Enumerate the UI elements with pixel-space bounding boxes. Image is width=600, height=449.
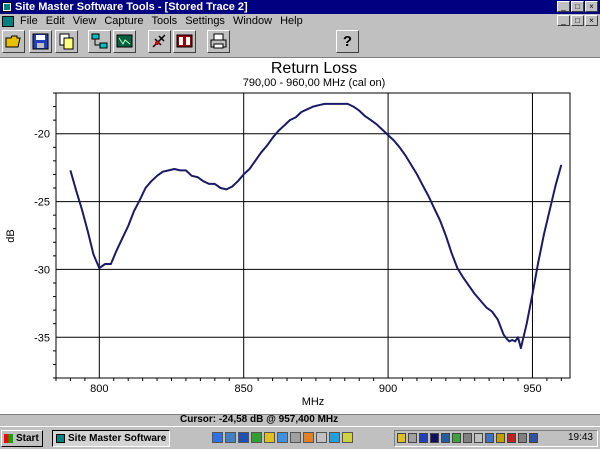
close-button[interactable]: × xyxy=(585,1,598,12)
help-button[interactable]: ? xyxy=(336,30,359,53)
clock: 19:43 xyxy=(567,432,593,443)
word-icon[interactable] xyxy=(238,432,249,443)
y-tick-label: -25 xyxy=(34,197,50,209)
x-tick-label: 950 xyxy=(523,383,541,395)
toolbar: ? xyxy=(0,28,600,58)
excel-icon[interactable] xyxy=(251,432,262,443)
start-label: Start xyxy=(16,433,39,444)
internet-explorer-icon[interactable] xyxy=(212,432,223,443)
x-tick-label: 900 xyxy=(379,383,397,395)
tray-network-icon[interactable] xyxy=(452,433,461,443)
tray-shield-icon[interactable] xyxy=(529,433,538,443)
app-task-icon xyxy=(56,434,65,443)
folder-icon[interactable] xyxy=(264,432,275,443)
chart-subtitle: 790,00 - 960,00 MHz (cal on) xyxy=(243,77,385,89)
title-bar: Site Master Software Tools - [Stored Tra… xyxy=(0,0,600,14)
print-button[interactable] xyxy=(207,30,230,53)
y-tick-label: -20 xyxy=(34,129,50,141)
y-tick-label: -30 xyxy=(34,264,50,276)
taskbar-app-button[interactable]: Site Master Software ... xyxy=(52,430,170,447)
menu-capture[interactable]: Capture xyxy=(100,14,147,28)
doc-restore-button[interactable]: □ xyxy=(571,15,584,26)
tray-play-icon[interactable] xyxy=(419,433,428,443)
window-title: Site Master Software Tools - [Stored Tra… xyxy=(15,1,248,13)
media-player-icon[interactable] xyxy=(342,432,353,443)
settings-icon[interactable] xyxy=(316,432,327,443)
menu-view[interactable]: View xyxy=(69,14,101,28)
y-tick-label: -35 xyxy=(34,332,50,344)
cursor-readout: Cursor: -24,58 dB @ 957,400 MHz xyxy=(180,414,339,425)
tray-no-icon[interactable] xyxy=(441,433,450,443)
task-label: Site Master Software ... xyxy=(68,433,170,444)
doc-close-button[interactable]: × xyxy=(585,15,598,26)
display-icon xyxy=(116,34,133,48)
print-icon xyxy=(210,33,227,49)
windows-logo-icon xyxy=(4,434,13,443)
copy-icon xyxy=(59,33,74,50)
menu-window[interactable]: Window xyxy=(229,14,276,28)
save-disk-icon xyxy=(32,33,49,50)
tray-language-icon[interactable] xyxy=(496,433,505,443)
document-icon[interactable] xyxy=(2,15,14,27)
tray-antivirus-icon[interactable] xyxy=(507,433,516,443)
network-drive-icon[interactable] xyxy=(329,432,340,443)
tray-speaker-icon[interactable] xyxy=(408,433,417,443)
record-button[interactable] xyxy=(173,30,196,53)
y-axis-label: dB xyxy=(5,229,17,242)
menu-settings[interactable]: Settings xyxy=(181,14,229,28)
x-tick-label: 800 xyxy=(90,383,108,395)
maximize-button[interactable]: □ xyxy=(571,1,584,12)
status-bar: Cursor: -24,58 dB @ 957,400 MHz xyxy=(0,414,600,426)
system-tray: 19:43 xyxy=(394,430,598,447)
tray-monitor-icon[interactable] xyxy=(430,433,439,443)
menu-bar: File Edit View Capture Tools Settings Wi… xyxy=(0,14,600,28)
media-icon[interactable] xyxy=(303,432,314,443)
quick-launch-bar xyxy=(212,432,353,446)
minimize-button[interactable]: _ xyxy=(557,1,570,12)
plot-frame xyxy=(55,92,571,379)
desktop-icon[interactable] xyxy=(277,432,288,443)
tray-folder-icon[interactable] xyxy=(397,433,406,443)
open-folder-icon xyxy=(5,35,21,48)
display-button[interactable] xyxy=(113,30,136,53)
tool-icon[interactable] xyxy=(290,432,301,443)
outlook-icon[interactable] xyxy=(225,432,236,443)
network-button[interactable] xyxy=(88,30,111,53)
network-icon xyxy=(91,33,108,49)
window-controls: _ □ × xyxy=(556,1,598,12)
taskbar: Start Site Master Software ... 19:43 xyxy=(0,426,600,449)
start-button[interactable]: Start xyxy=(1,430,43,447)
menu-file[interactable]: File xyxy=(16,14,42,28)
satellite-icon xyxy=(152,34,166,48)
tray-display-icon[interactable] xyxy=(485,433,494,443)
menu-help[interactable]: Help xyxy=(276,14,307,28)
menu-tools[interactable]: Tools xyxy=(148,14,182,28)
tray-tool-icon[interactable] xyxy=(474,433,483,443)
app-icon[interactable] xyxy=(2,2,12,12)
document-window-controls: _ □ × xyxy=(556,15,598,26)
x-axis-label: MHz xyxy=(302,396,325,408)
copy-button[interactable] xyxy=(55,30,78,53)
plot-area: Return Loss 790,00 - 960,00 MHz (cal on)… xyxy=(0,58,600,414)
satellite-button[interactable] xyxy=(148,30,171,53)
x-tick-label: 850 xyxy=(235,383,253,395)
doc-minimize-button[interactable]: _ xyxy=(557,15,570,26)
tray-chip-icon[interactable] xyxy=(518,433,527,443)
chart-title: Return Loss xyxy=(271,60,357,77)
menu-edit[interactable]: Edit xyxy=(42,14,69,28)
tray-printer-icon[interactable] xyxy=(463,433,472,443)
return-loss-chart: Return Loss 790,00 - 960,00 MHz (cal on)… xyxy=(5,60,571,408)
save-button[interactable] xyxy=(29,30,52,53)
record-icon xyxy=(176,34,193,48)
open-button[interactable] xyxy=(2,30,25,53)
